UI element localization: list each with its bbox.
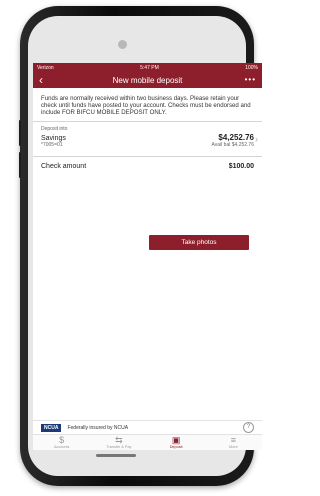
ellipsis-icon[interactable]: ••• xyxy=(245,75,256,84)
ncua-banner: NCUA Federally insured by NCUA ? xyxy=(33,420,262,434)
tab-transfer-pay[interactable]: ⇆ Transfer & Pay xyxy=(90,435,147,450)
tab-more[interactable]: ≡ More xyxy=(205,435,262,450)
help-icon[interactable]: ? xyxy=(243,422,254,433)
deposit-into-label: Deposit into xyxy=(41,125,68,132)
account-name: Savings xyxy=(41,134,66,142)
take-photos-button[interactable]: Take photos xyxy=(149,235,249,250)
volume-button xyxy=(19,120,21,146)
account-number: *7005=01 xyxy=(41,141,63,148)
account-balance: $4,252.76 xyxy=(218,132,254,142)
deposit-into-selector[interactable]: Deposit into Savings $4,252.76 *7005=01 … xyxy=(33,122,262,152)
check-amount-field[interactable]: Check amount $100.00 xyxy=(33,157,262,176)
dollar-icon: $ xyxy=(59,435,65,445)
check-amount-value: $100.00 xyxy=(228,162,254,170)
ncua-logo: NCUA xyxy=(41,423,62,432)
tab-bar: $ Accounts ⇆ Transfer & Pay ▣ Deposit ≡ … xyxy=(33,434,262,450)
tab-label: Transfer & Pay xyxy=(106,445,132,449)
app-screen: Verizon 5:47 PM 100% ‹ New mobile deposi… xyxy=(33,63,262,450)
tab-deposit[interactable]: ▣ Deposit xyxy=(148,435,205,450)
check-amount-label: Check amount xyxy=(41,162,87,170)
chevron-left-icon[interactable]: ‹ xyxy=(39,74,43,86)
tab-label: More xyxy=(229,445,238,449)
nav-bar: ‹ New mobile deposit ••• xyxy=(33,73,262,88)
check-deposit-icon: ▣ xyxy=(171,435,181,445)
page-title: New mobile deposit xyxy=(112,76,183,85)
deposit-notice: Funds are normally received within two b… xyxy=(41,95,251,117)
transfer-icon: ⇆ xyxy=(115,435,123,445)
tab-label: Deposit xyxy=(169,445,183,449)
tab-accounts[interactable]: $ Accounts xyxy=(33,435,90,450)
volume-button xyxy=(19,152,21,178)
menu-icon: ≡ xyxy=(230,435,236,445)
ncua-text: Federally insured by NCUA xyxy=(67,424,129,431)
status-bar: Verizon 5:47 PM 100% xyxy=(33,63,262,73)
carrier-label: Verizon xyxy=(37,65,54,71)
tab-label: Accounts xyxy=(53,445,70,449)
available-balance: Avail bal $4,252.76 xyxy=(211,141,254,148)
clock-label: 5:47 PM xyxy=(140,65,159,71)
home-indicator xyxy=(96,454,136,457)
camera-icon xyxy=(118,40,127,49)
battery-label: 100% xyxy=(245,65,258,71)
chevron-right-icon: › xyxy=(255,133,258,144)
